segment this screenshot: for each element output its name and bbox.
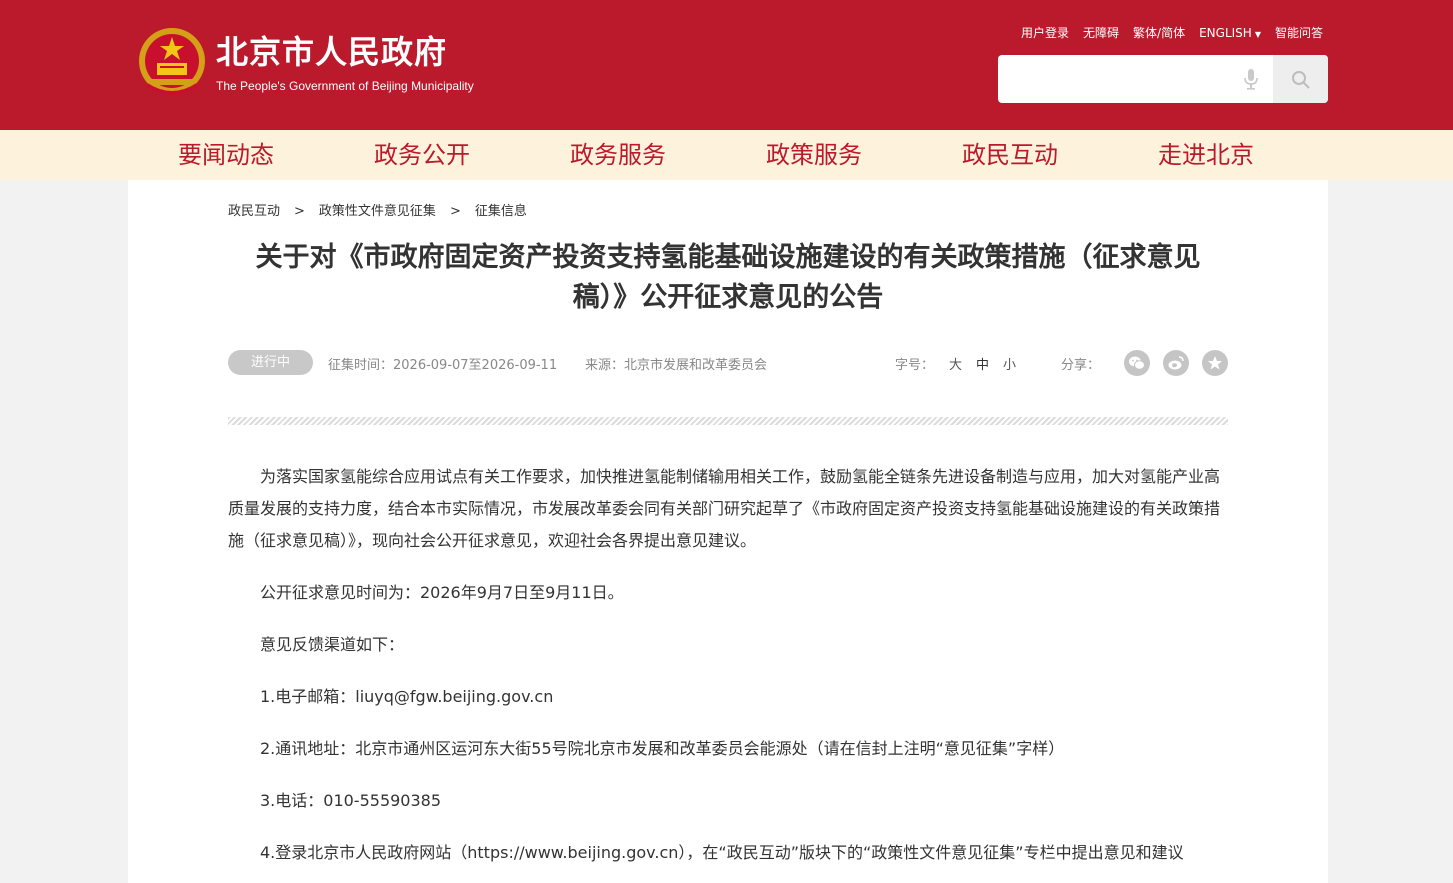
accessibility-link[interactable]: 无障碍 xyxy=(1083,25,1119,43)
nav-item-policy-services[interactable]: 政策服务 xyxy=(766,130,862,180)
nav-item-gov-affairs-open[interactable]: 政务公开 xyxy=(374,130,470,180)
font-size-label: 字号： xyxy=(895,358,935,373)
share-label: 分享： xyxy=(1061,358,1101,373)
breadcrumb: 政民互动 > 政策性文件意见征集 > 征集信息 xyxy=(228,200,527,219)
national-emblem-icon[interactable] xyxy=(137,27,207,99)
wechat-icon[interactable] xyxy=(1124,350,1150,376)
english-label: ENGLISH xyxy=(1199,26,1252,40)
microphone-icon[interactable] xyxy=(1243,68,1259,90)
english-link[interactable]: ENGLISH ▼ xyxy=(1199,25,1261,43)
article-title-line1: 关于对《市政府固定资产投资支持氢能基础设施建设的有关政策措施（征求意见 xyxy=(255,242,1201,273)
breadcrumb-item-interaction[interactable]: 政民互动 xyxy=(228,204,280,219)
paragraph: 为落实国家氢能综合应用试点有关工作要求，加快推进氢能制储输用相关工作，鼓励氢能全… xyxy=(228,467,1221,550)
smart-qa-link[interactable]: 智能问答 xyxy=(1275,25,1323,43)
article-container: 政民互动 > 政策性文件意见征集 > 征集信息 关于对《市政府固定资产投资支持氢能基础设… xyxy=(128,180,1328,883)
top-links: 用户登录 无障碍 繁体/简体 ENGLISH ▼ 智能问答 xyxy=(1007,25,1323,43)
status-badge: 进行中 xyxy=(228,350,313,375)
paragraph: 公开征求意见时间为：2026年9月7日至9月11日。 xyxy=(260,583,624,602)
nav-item-interaction[interactable]: 政民互动 xyxy=(962,130,1058,180)
paragraph: 1.电子邮箱：liuyq@fgw.beijing.gov.cn xyxy=(260,687,554,706)
nav-item-about-beijing[interactable]: 走进北京 xyxy=(1158,130,1254,180)
breadcrumb-item-solicitation-info[interactable]: 征集信息 xyxy=(475,204,527,219)
article-body: 为落实国家氢能综合应用试点有关工作要求，加快推进氢能制储输用相关工作，鼓励氢能全… xyxy=(228,461,1228,883)
font-size-medium-button[interactable]: 中 xyxy=(976,354,989,373)
traditional-simplified-link[interactable]: 繁体/简体 xyxy=(1133,25,1185,43)
article-title-line2: 稿）》公开征求意见的公告 xyxy=(572,282,884,313)
site-subtitle: The People's Government of Beijing Munic… xyxy=(216,79,474,93)
paragraph: 2.通讯地址：北京市通州区运河东大街55号院北京市发展和改革委员会能源处（请在信… xyxy=(260,739,1065,758)
article-meta: 进行中 征集时间：2026-09-07至2026-09-11 来源：北京市发展和… xyxy=(228,350,1228,376)
breadcrumb-separator: > xyxy=(449,204,461,219)
font-size-small-button[interactable]: 小 xyxy=(1003,354,1016,373)
paragraph: 4.登录北京市人民政府网站（https://www.beijing.gov.cn… xyxy=(260,843,1184,862)
site-title[interactable]: 北京市人民政府 xyxy=(216,32,447,72)
search-input[interactable] xyxy=(998,55,1228,103)
paragraph: 3.电话：010-55590385 xyxy=(260,791,442,810)
paragraph: 意见反馈渠道如下： xyxy=(260,635,405,654)
breadcrumb-item-policy-solicitation[interactable]: 政策性文件意见征集 xyxy=(319,204,436,219)
search-box xyxy=(998,55,1328,103)
article-source: 来源：北京市发展和改革委员会 xyxy=(585,358,768,373)
favorite-star-icon[interactable] xyxy=(1202,350,1228,376)
caret-down-icon: ▼ xyxy=(1254,30,1261,39)
main-nav: 要闻动态 政务公开 政务服务 政策服务 政民互动 走进北京 xyxy=(0,130,1453,180)
login-link[interactable]: 用户登录 xyxy=(1021,25,1069,43)
search-button[interactable] xyxy=(1273,55,1328,103)
solicitation-time: 征集时间：2026-09-07至2026-09-11 xyxy=(328,358,558,373)
site-header: 北京市人民政府 The People's Government of Beiji… xyxy=(0,0,1453,130)
font-size-large-button[interactable]: 大 xyxy=(949,354,962,373)
divider xyxy=(228,417,1228,425)
nav-item-gov-services[interactable]: 政务服务 xyxy=(570,130,666,180)
article-title: 关于对《市政府固定资产投资支持氢能基础设施建设的有关政策措施（征求意见 稿）》公… xyxy=(228,238,1228,318)
nav-item-news[interactable]: 要闻动态 xyxy=(178,130,274,180)
breadcrumb-separator: > xyxy=(294,204,305,219)
weibo-icon[interactable] xyxy=(1163,350,1189,376)
search-icon xyxy=(1292,71,1310,89)
